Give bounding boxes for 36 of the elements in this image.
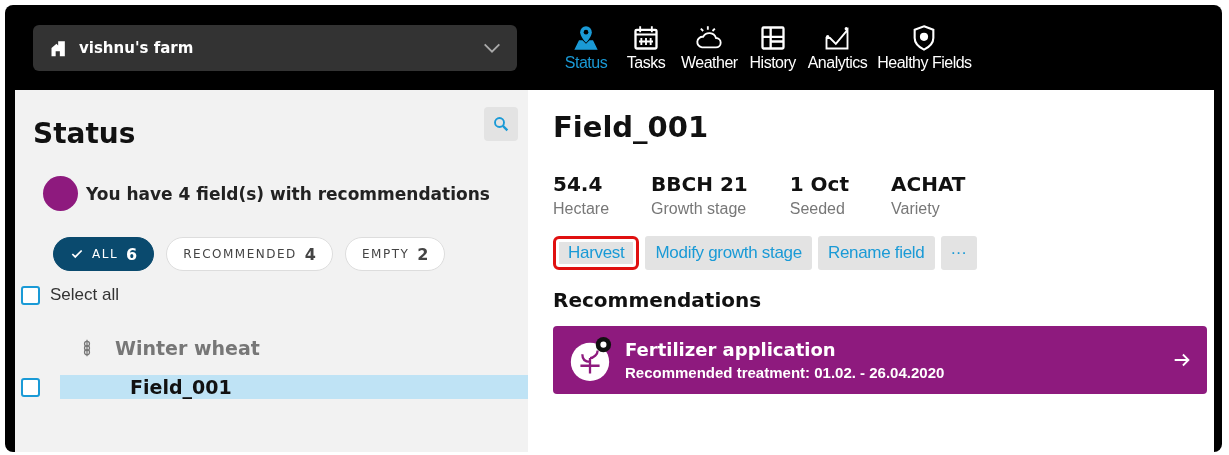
nav-tab[interactable]: Status bbox=[557, 23, 615, 72]
stat-label: Hectare bbox=[553, 200, 610, 218]
nav-tab[interactable]: History bbox=[743, 23, 802, 72]
checkbox[interactable] bbox=[21, 377, 40, 397]
recommendation-notice: You have 4 field(s) with recommendations bbox=[86, 183, 490, 204]
panel-title: Status bbox=[33, 117, 136, 150]
field-title: Field_001 bbox=[553, 110, 710, 144]
stat-label: Variety bbox=[891, 200, 941, 218]
recommendation-card[interactable]: Fertilizer application Recommended treatment: 01.02. - 26.04.2020 bbox=[553, 326, 1207, 394]
stat-value: 54.4 bbox=[553, 172, 604, 196]
checkbox[interactable] bbox=[21, 285, 40, 305]
card-subtitle: Recommended treatment: 01.02. - 26.04.2020 bbox=[625, 364, 946, 381]
search-button[interactable] bbox=[484, 107, 518, 141]
stat-value: ACHAT bbox=[891, 172, 966, 196]
stat-value: 1 Oct bbox=[789, 172, 850, 196]
filter-chip[interactable]: ALL 6 bbox=[53, 237, 155, 271]
grid-icon bbox=[758, 23, 787, 52]
nav-tab[interactable]: Healthy Fields bbox=[873, 23, 976, 72]
farm-selector[interactable]: vishnu's farm bbox=[33, 24, 517, 71]
nav-tab[interactable]: Weather bbox=[677, 23, 742, 72]
select-all-label: Select all bbox=[50, 285, 119, 305]
card-title: Fertilizer application bbox=[625, 339, 837, 360]
nav-tab[interactable]: Analytics bbox=[803, 23, 872, 72]
field-list-item[interactable]: Field_001 bbox=[60, 375, 528, 399]
section-title: Recommendations bbox=[553, 288, 763, 312]
filter-chip[interactable]: EMPTY 2 bbox=[344, 237, 446, 271]
check-icon bbox=[70, 247, 84, 261]
filter-chip[interactable]: RECOMMENDED 4 bbox=[166, 237, 333, 271]
search-icon bbox=[492, 115, 510, 133]
stat-value: BBCH 21 bbox=[651, 172, 748, 196]
map-pin-icon bbox=[572, 23, 600, 52]
nav-tab[interactable]: Tasks bbox=[617, 23, 675, 72]
stat-label: Seeded bbox=[789, 200, 846, 218]
stat-label: Growth stage bbox=[651, 200, 748, 218]
calendar-icon bbox=[632, 23, 660, 52]
crop-group-label: Winter wheat bbox=[115, 337, 260, 359]
